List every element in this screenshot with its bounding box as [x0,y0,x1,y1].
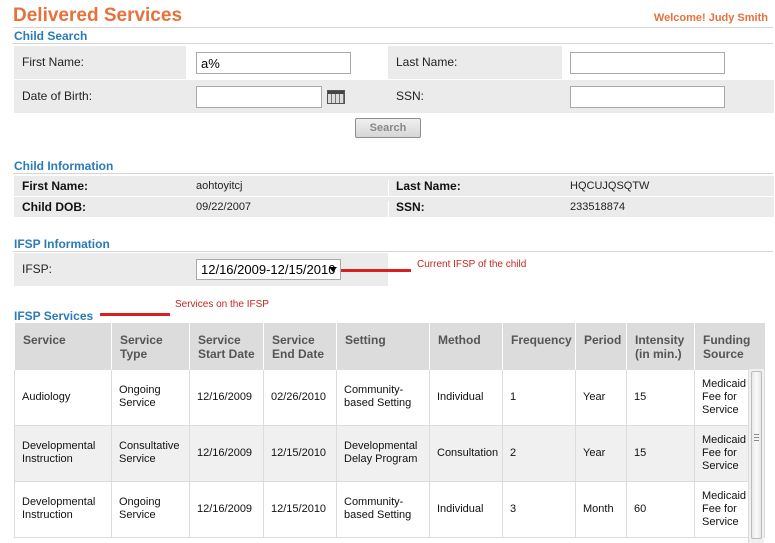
dob-label: Date of Birth: [22,89,93,103]
ssn-label: SSN: [396,89,425,103]
last-name-label: Last Name: [396,55,458,69]
cell-end-date: 12/15/2010 [263,424,337,482]
child-ssn-value: 233518874 [570,201,626,213]
ifsp-label: IFSP: [22,262,53,276]
cell-intensity: 15 [626,368,695,426]
search-button[interactable]: Search [355,118,421,138]
column-header[interactable]: Method [429,323,503,369]
annotation-current-ifsp: Current IFSP of the child [417,259,527,270]
column-header[interactable]: Service Start Date [189,323,264,369]
ssn-input[interactable] [570,86,725,108]
ifsp-select-value: 12/16/2009-12/15/2010 [201,262,336,277]
cell-period: Year [575,368,627,426]
cell-service: Audiology [14,368,112,426]
child-last-name-label: Last Name: [396,179,461,193]
welcome-user: Welcome! Judy Smith [653,12,768,24]
dob-input[interactable] [196,86,322,108]
ifsp-services-table: Service Service Type Service Start Date … [14,323,765,538]
cell-end-date: 12/15/2010 [263,480,337,538]
cell-service-type: Ongoing Service [111,368,190,426]
table-row[interactable]: Developmental Instruction Consultative S… [14,424,765,482]
column-header[interactable]: Intensity (in min.) [626,323,695,369]
cell-service-type: Consultative Service [111,424,190,482]
child-ssn-label: SSN: [396,200,425,214]
cell-period: Year [575,424,627,482]
title-divider [13,27,773,28]
annotation-line-services [100,313,170,316]
cell-setting: Developmental Delay Program [336,424,430,482]
ifsp-information-title: IFSP Information [14,237,110,251]
cell-frequency: 3 [502,480,576,538]
child-dob-label: Child DOB: [22,200,86,214]
child-information-title: Child Information [14,159,114,173]
ifsp-select[interactable]: 12/16/2009-12/15/2010 [196,259,341,280]
child-dob-value: 09/22/2007 [196,201,252,213]
child-info-row-names: First Name: aohtoyitcj Last Name: HQCUJQ… [14,176,774,200]
column-header[interactable]: Setting [336,323,430,369]
page-title: Delivered Services [13,5,183,26]
chevron-down-icon [329,267,337,272]
cell-service-type: Ongoing Service [111,480,190,538]
cell-method: Consultation [429,424,503,482]
cell-intensity: 60 [626,480,695,538]
child-search-divider [13,43,773,44]
table-scrollbar[interactable] [748,369,764,543]
scrollbar-thumb[interactable] [751,371,762,539]
column-header[interactable]: Frequency [502,323,576,369]
ifsp-information-divider [13,251,773,252]
column-header[interactable]: Service End Date [263,323,337,369]
table-row[interactable]: Audiology Ongoing Service 12/16/2009 02/… [14,368,765,426]
last-name-input[interactable] [570,52,725,74]
column-header[interactable]: Service [14,323,112,369]
cell-setting: Community-based Setting [336,368,430,426]
child-info-row-dob-ssn: Child DOB: 09/22/2007 SSN: 233518874 [14,197,774,221]
column-header[interactable]: Period [575,323,627,369]
cell-period: Month [575,480,627,538]
table-row[interactable]: Developmental Instruction Ongoing Servic… [14,480,765,538]
cell-service: Developmental Instruction [14,480,112,538]
table-header-row: Service Service Type Service Start Date … [14,323,765,369]
ifsp-services-title: IFSP Services [14,309,94,323]
cell-start-date: 12/16/2009 [189,480,264,538]
cell-start-date: 12/16/2009 [189,368,264,426]
first-name-label: First Name: [22,55,85,69]
cell-end-date: 02/26/2010 [263,368,337,426]
cell-setting: Community-based Setting [336,480,430,538]
cell-method: Individual [429,480,503,538]
child-first-name-value: aohtoyitcj [196,180,243,192]
column-header[interactable]: Service Type [111,323,190,369]
annotation-services: Services on the IFSP [175,299,269,310]
child-information-divider [13,173,773,174]
cell-frequency: 1 [502,368,576,426]
child-first-name-label: First Name: [22,179,89,193]
column-header[interactable]: Funding Source [694,323,765,369]
cell-method: Individual [429,368,503,426]
child-search-title: Child Search [14,29,88,43]
child-last-name-value: HQCUJQSQTW [570,180,650,192]
annotation-line-ifsp [341,269,411,272]
first-name-input[interactable] [196,52,351,74]
cell-start-date: 12/16/2009 [189,424,264,482]
cell-frequency: 2 [502,424,576,482]
cell-intensity: 15 [626,424,695,482]
grip-icon [754,434,759,441]
cell-service: Developmental Instruction [14,424,112,482]
calendar-icon[interactable] [327,90,345,104]
